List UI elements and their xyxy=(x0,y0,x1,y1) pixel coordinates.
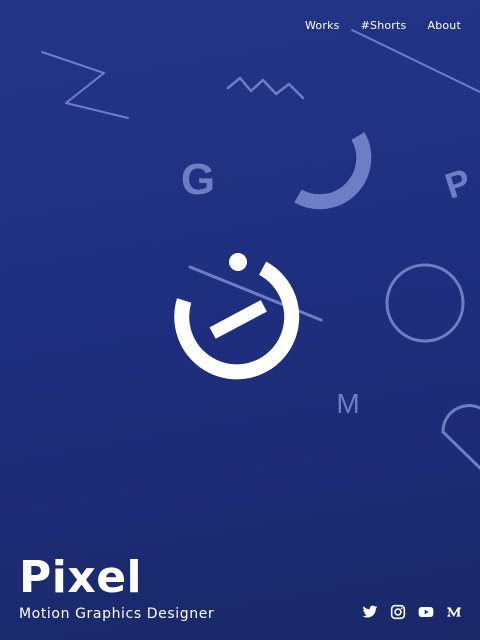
arc-shape xyxy=(294,132,372,210)
loop-shape xyxy=(441,404,480,470)
hero-block: Pixel Motion Graphics Designer xyxy=(19,552,215,623)
squiggle-shape xyxy=(226,76,305,100)
zigzag-z-shape xyxy=(41,51,129,119)
outline-circle-shape xyxy=(385,263,465,343)
twitter-icon[interactable] xyxy=(362,604,378,620)
page-title: Pixel xyxy=(19,552,143,603)
letter-g-shape: G xyxy=(181,155,215,204)
youtube-icon[interactable] xyxy=(418,604,434,620)
social-links xyxy=(362,604,462,620)
letter-p-shape: P xyxy=(440,160,476,206)
medium-icon[interactable] xyxy=(446,604,462,620)
instagram-icon[interactable] xyxy=(390,604,406,620)
diagonal-line xyxy=(351,29,480,93)
logo-dot xyxy=(229,253,247,271)
letter-m-shape: M xyxy=(336,388,359,419)
logo-bar xyxy=(209,300,267,339)
page-subtitle: Motion Graphics Designer xyxy=(19,606,215,622)
motion-graphics-artwork: G P M xyxy=(41,29,480,470)
